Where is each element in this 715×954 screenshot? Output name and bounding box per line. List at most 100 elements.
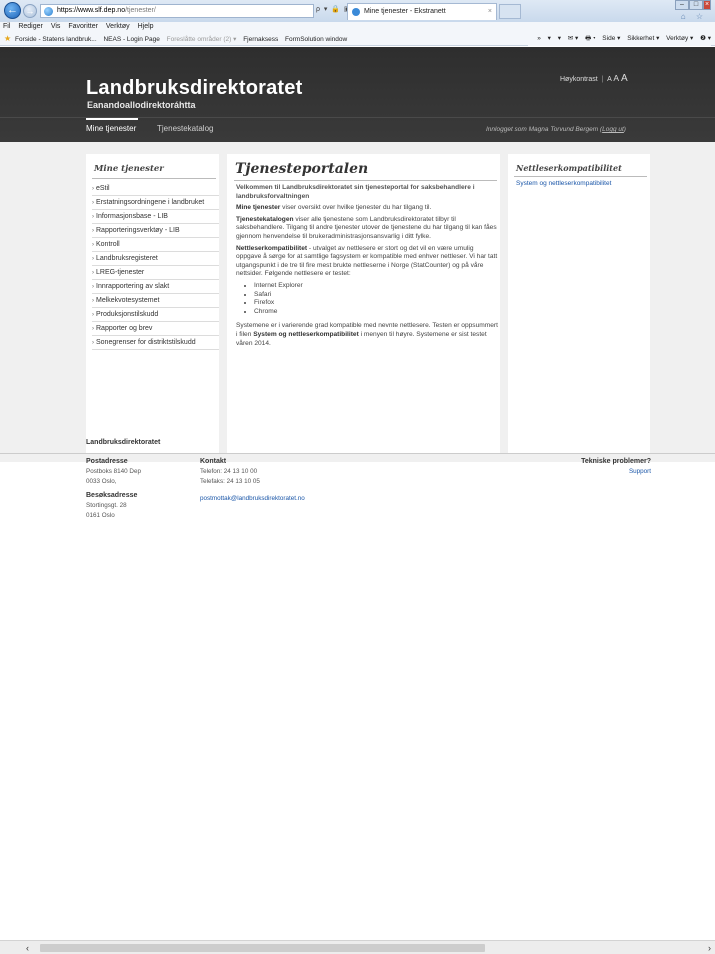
horizontal-scrollbar[interactable]: ‹ › [0,940,715,954]
menu-view[interactable]: Vis [51,23,61,30]
site-title[interactable]: Landbruksdirektoratet [86,77,302,100]
portal-info-panel: Tjenesteportalen Velkommen til Landbruks… [227,154,500,454]
compatibility-title: Nettleserkompatibilitet [516,163,622,173]
cmd-mail-icon[interactable]: ✉ ▾ [568,35,579,42]
service-item-estil[interactable]: › eStil [92,182,219,196]
service-item-label: Sonegrenser for distriktstilskudd [96,339,196,346]
menu-help[interactable]: Hjelp [138,23,154,30]
chevron-right-icon: › [92,298,94,304]
cmd-home-icon[interactable]: ▾ [548,35,551,42]
menu-file[interactable]: Fil [3,23,10,30]
favorite-suggested[interactable]: Foreslåtte områder (2) ▾ [167,33,237,45]
scroll-right-icon[interactable]: › [708,943,711,953]
menu-favorites[interactable]: Favoritter [68,23,98,30]
cmd-help-icon[interactable]: ❷ ▾ [700,35,711,42]
menu-bar: Fil Rediger Vis Favoritter Verktøy Hjelp [0,22,715,32]
cmd-tools-menu[interactable]: Verktøy ▾ [666,35,693,42]
service-item-label: eStil [96,185,110,192]
contrast-separator: | [601,76,604,83]
service-item-label: Rapporteringsverktøy - LIB [96,227,180,234]
portal-paragraph-mine: Mine tjenester viser oversikt over hvilk… [236,204,498,213]
footer-divider [0,453,715,454]
maximize-icon[interactable]: □ [689,0,703,10]
tab-mine-tjenester[interactable]: Mine tjenester - Ekstranett × [347,3,497,20]
favorite-formsolution[interactable]: FormSolution window [285,33,347,45]
text-size-medium[interactable]: A [613,73,619,83]
service-item-kontroll[interactable]: › Kontroll [92,238,219,252]
service-item-melkekvote[interactable]: › Melkekvotesystemet [92,294,219,308]
postal-address-heading: Postadresse [86,458,128,465]
support-link[interactable]: Support [629,467,651,476]
favorite-forside[interactable]: Forside - Statens landbruk... [15,33,97,45]
back-button[interactable]: ← [4,2,21,19]
logout-link[interactable]: Logg ut [602,126,624,133]
cmd-print-icon[interactable]: 🖶 ▾ [585,35,595,42]
service-item-slakt[interactable]: › Innrapportering av slakt [92,280,219,294]
chevron-right-icon: › [92,214,94,220]
chevron-right-icon: › [92,256,94,262]
service-item-rapporter[interactable]: › Rapporter og brev [92,322,219,336]
address-bar[interactable]: https://www.slf.dep.no/tjenester/ [40,4,314,18]
forward-button[interactable]: → [23,4,37,18]
close-window-icon[interactable]: × [703,0,711,10]
service-item-produksjonstilskudd[interactable]: › Produksjonstilskudd [92,308,219,322]
scroll-left-icon[interactable]: ‹ [26,943,29,953]
service-item-label: Landbruksregisteret [96,255,158,262]
contact-email-link[interactable]: postmottak@landbruksdirektoratet.no [200,494,305,503]
divider [234,180,497,181]
nav-mine-tjenester[interactable]: Mine tjenester [86,124,136,133]
chevron-right-icon: › [92,242,94,248]
paragraph-text: viser oversikt over hvilke tjenester du … [280,204,432,212]
term-system-nettleserkompatibilitet: System og nettleserkompatibilitet [253,330,359,338]
service-item-label: Produksjonstilskudd [96,311,159,318]
text-size-small[interactable]: A [607,76,611,83]
footer-org-name: Landbruksdirektoratet [86,439,161,446]
service-item-rapporteringsverktoy[interactable]: › Rapporteringsverktøy - LIB [92,224,219,238]
nav-tjenestekatalog[interactable]: Tjenestekatalog [157,124,213,133]
browser-item: Chrome [254,308,498,317]
command-bar: » ▾ ▾ ✉ ▾ 🖶 ▾ Side ▾ Sikkerhet ▾ Verktøy… [528,32,711,46]
service-item-label: Kontroll [96,241,120,248]
favorite-fjernaksess[interactable]: Fjernaksess [243,33,278,45]
service-item-label: Rapporter og brev [96,325,153,332]
cmd-safety-menu[interactable]: Sikkerhet ▾ [627,35,659,42]
cmd-page-menu[interactable]: Side ▾ [602,35,620,42]
active-nav-indicator [86,118,138,120]
site-subtitle: Eanandoallodirektoráhtta [87,100,196,110]
portal-paragraph-kompatibilitet: Nettleserkompatibilitet - utvalget av ne… [236,245,498,279]
cmd-feeds-icon[interactable]: ▾ [558,35,561,42]
favorites-star-icon[interactable]: ★ [4,34,11,43]
compatibility-file-link[interactable]: System og nettleserkompatibilitet [516,180,611,187]
service-item-sonegrenser[interactable]: › Sonegrenser for distriktstilskudd [92,336,219,350]
tab-close-icon[interactable]: × [488,4,492,19]
favorite-neas[interactable]: NEAS - Login Page [103,33,159,45]
my-services-title: Mine tjenester [94,164,164,174]
chevron-right-icon: › [92,200,94,206]
contact-heading: Kontakt [200,458,227,465]
minimize-icon[interactable]: – [675,0,689,10]
service-item-erstatning[interactable]: › Erstatningsordningene i landbruket [92,196,219,210]
term-nettleserkompatibilitet: Nettleserkompatibilitet [236,244,308,252]
high-contrast-toggle[interactable]: Høykontrast [560,76,598,83]
browser-item: Safari [254,291,498,300]
divider [514,176,647,177]
service-item-landbruksregisteret[interactable]: › Landbruksregisteret [92,252,219,266]
scrollbar-thumb[interactable] [40,944,485,952]
visit-address-line: Stortingsgt. 28 [86,502,127,509]
chevron-right-icon: › [92,312,94,318]
service-item-lreg[interactable]: › LREG-tjenester [92,266,219,280]
term-mine-tjenester: Mine tjenester [236,204,281,212]
logged-in-close: ) [623,126,626,133]
menu-edit[interactable]: Rediger [18,23,43,30]
tested-browsers-list: Internet Explorer Safari Firefox Chrome [254,282,498,316]
window-controls: – □ × [675,0,711,10]
cmd-overflow[interactable]: » [537,35,541,42]
home-favorites-icons[interactable]: ⌂ ☆ [681,12,707,21]
new-tab-button[interactable] [499,4,521,19]
text-size-large[interactable]: A [621,73,628,84]
menu-tools[interactable]: Verktøy [106,23,130,30]
portal-title: Tjenesteportalen [235,161,369,177]
site-header: Landbruksdirektoratet Eanandoallodirekto… [0,47,715,142]
portal-paragraph-katalog: Tjenestekatalogen viser alle tjenestene … [236,216,498,242]
service-item-informasjonsbase[interactable]: › Informasjonsbase - LIB [92,210,219,224]
